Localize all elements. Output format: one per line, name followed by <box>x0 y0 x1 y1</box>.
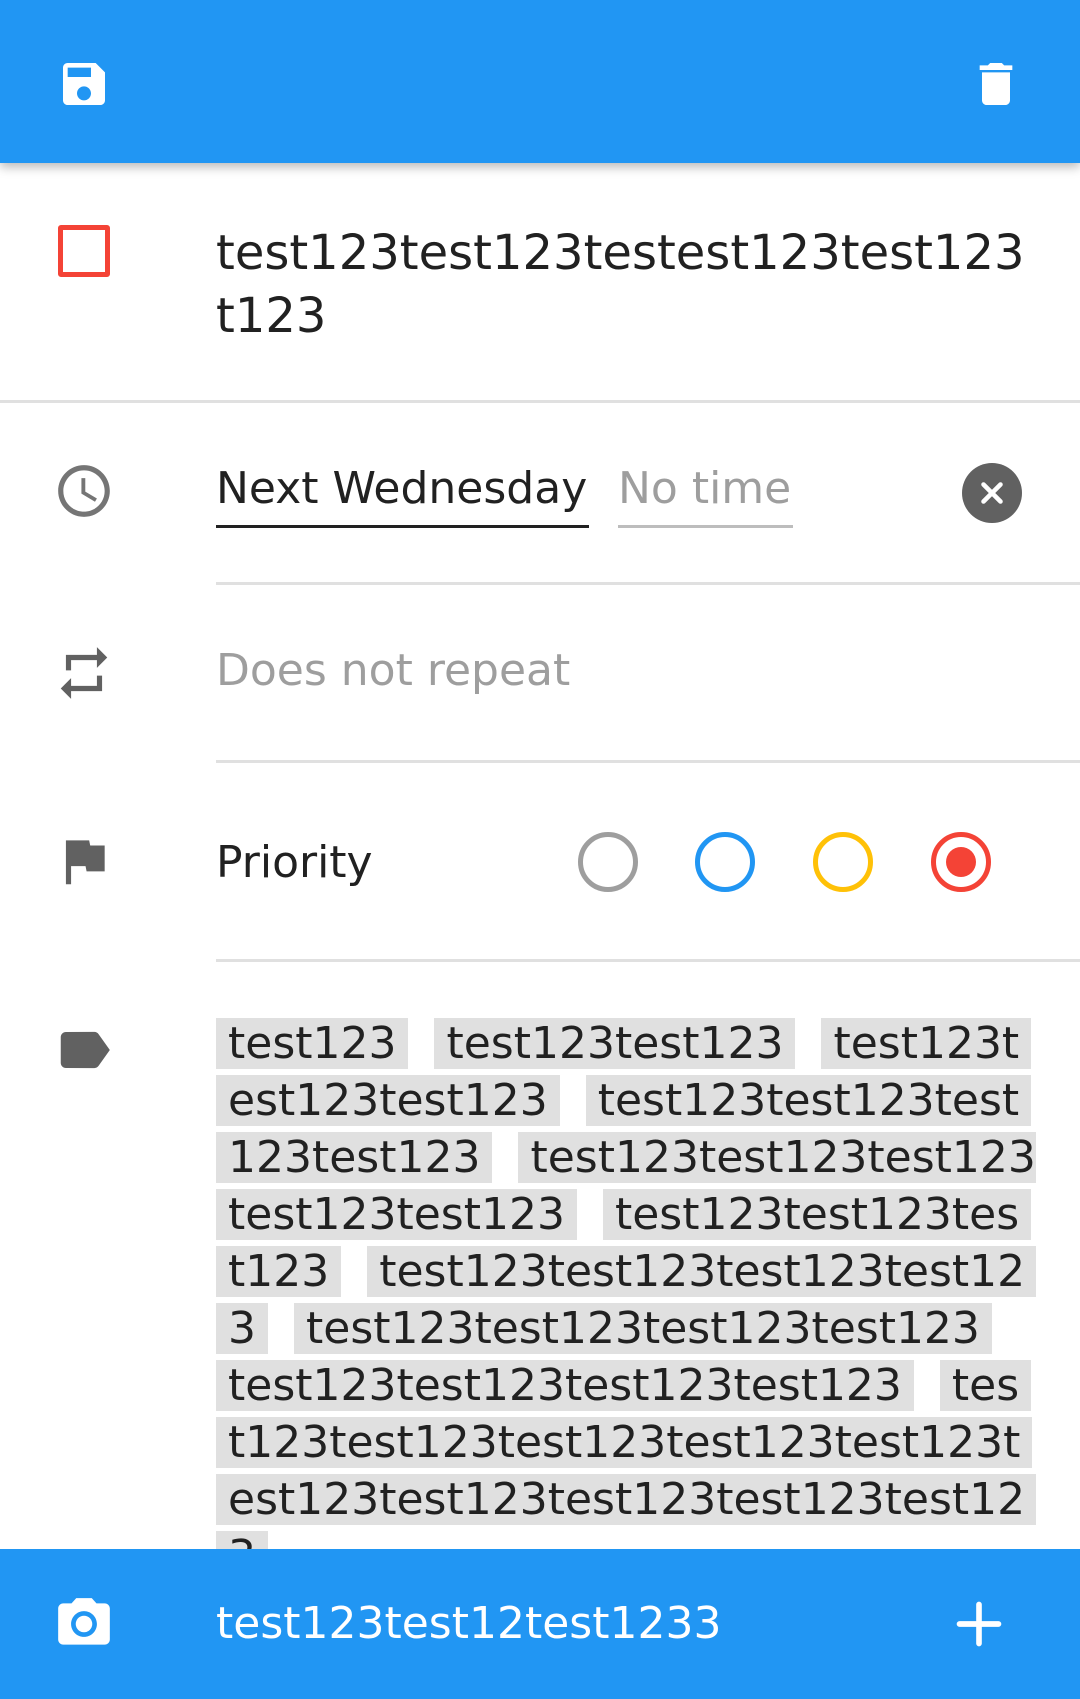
clear-icon <box>981 482 1003 504</box>
clear-date-button[interactable] <box>962 463 1022 523</box>
top-toolbar <box>0 0 1080 163</box>
save-button[interactable] <box>40 40 128 128</box>
divider <box>0 400 1080 403</box>
plus-icon <box>956 1601 1002 1647</box>
task-complete-checkbox[interactable] <box>58 225 110 277</box>
due-time-field[interactable]: No time <box>618 458 794 528</box>
repeat-icon-wrap <box>40 629 128 717</box>
tags-icon-wrap <box>40 1006 128 1094</box>
repeat-selector[interactable]: Does not repeat <box>216 640 570 702</box>
label-icon <box>60 1031 110 1069</box>
tag-chip[interactable]: test123test123test123test123 <box>216 1360 914 1411</box>
subtask-input[interactable]: test123test12test1233 <box>216 1589 896 1659</box>
flag-icon <box>65 840 105 885</box>
tag-chip[interactable]: test123 <box>216 1018 409 1069</box>
bottom-input-bar: test123test12test1233 <box>0 1549 1080 1699</box>
priority-high-radio[interactable] <box>931 832 991 892</box>
tag-list: test123 test123test123 test123test123tes… <box>216 1015 1036 1549</box>
floppy-disk-icon <box>63 63 105 105</box>
trash-icon <box>979 63 1013 105</box>
delete-button[interactable] <box>952 40 1040 128</box>
add-button[interactable] <box>935 1580 1023 1668</box>
divider <box>216 582 1080 585</box>
priority-icon-wrap <box>40 817 128 905</box>
attach-photo-button[interactable] <box>40 1580 128 1668</box>
divider <box>216 760 1080 763</box>
selected-dot <box>946 847 976 877</box>
priority-low-radio[interactable] <box>695 832 755 892</box>
divider <box>216 959 1080 962</box>
due-date-field[interactable]: Next Wednesday <box>216 458 590 528</box>
schedule-icon-wrap <box>40 447 128 535</box>
priority-label: Priority <box>216 837 373 888</box>
clock-icon <box>58 465 110 517</box>
priority-none-radio[interactable] <box>578 832 638 892</box>
repeat-icon <box>60 647 108 699</box>
tag-chip[interactable]: test123test123 <box>434 1018 796 1069</box>
tag-chip[interactable]: test123test123test123test123 <box>294 1303 992 1354</box>
priority-medium-radio[interactable] <box>813 832 873 892</box>
task-editor-screen: test123test123testest123test123t123 Next… <box>0 0 1080 1699</box>
camera-icon <box>58 1598 110 1645</box>
task-title[interactable]: test123test123testest123test123t123 <box>216 222 1036 348</box>
